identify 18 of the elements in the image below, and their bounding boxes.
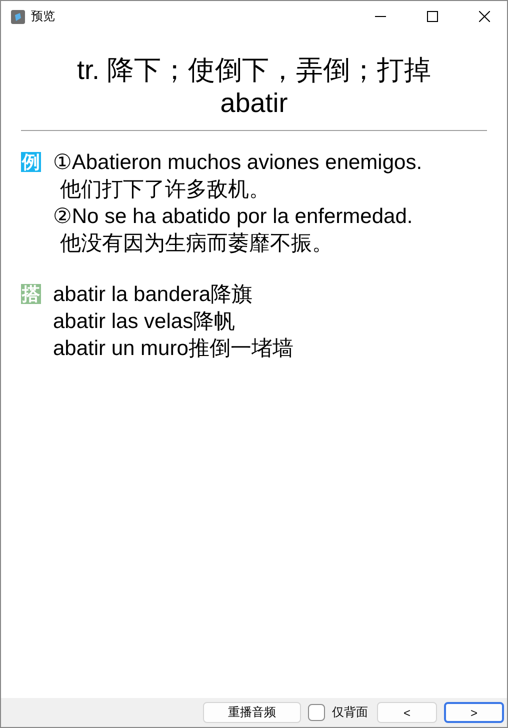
back-only-checkbox[interactable] [308, 704, 325, 721]
section-badge: 搭 [21, 284, 41, 304]
translation-text: 他没有因为生病而萎靡不振。 [59, 231, 334, 257]
headword: abatir [219, 87, 289, 120]
checkbox-label: 仅背面 [332, 704, 368, 721]
previous-button[interactable]: < [377, 702, 437, 723]
example-text: abatir la bandera降旗 [53, 282, 254, 308]
window-title: 预览 [31, 8, 56, 25]
example-text: abatir un muro推倒一堵墙 [53, 336, 294, 362]
example-text: ①Abatieron muchos aviones enemigos. [53, 150, 422, 176]
replay-audio-button[interactable]: 重播音频 [203, 702, 301, 723]
definition-text: tr. 降下；使倒下，弄倒；打掉 [76, 54, 432, 87]
app-icon [11, 10, 25, 24]
translation-text: 他们打下了许多敌机。 [59, 177, 271, 203]
example-text: abatir las velas降帆 [53, 309, 236, 335]
example-text: ②No se ha abatido por la enfermedad. [53, 204, 414, 230]
section-badge: 例 [21, 152, 41, 172]
next-button[interactable]: > [444, 702, 504, 723]
